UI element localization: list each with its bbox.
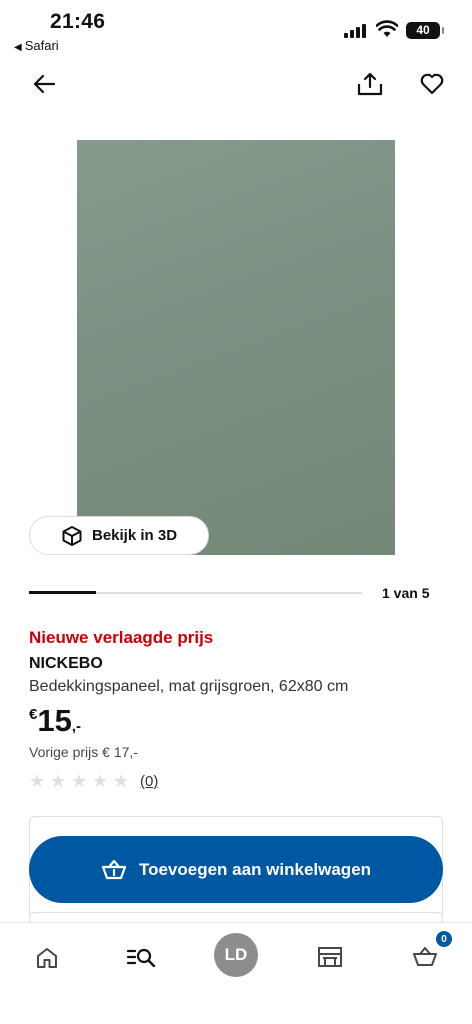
basket-icon: [101, 859, 127, 879]
review-count-link[interactable]: (0): [140, 773, 158, 790]
heart-icon: [420, 73, 444, 95]
product-price: €15,-: [29, 703, 81, 739]
wifi-icon: [376, 20, 398, 37]
product-name: NICKEBO: [29, 655, 103, 672]
view-in-3d-button[interactable]: Bekijk in 3D: [29, 516, 209, 555]
share-button[interactable]: [350, 64, 390, 104]
home-icon: [37, 947, 57, 968]
share-icon: [357, 72, 383, 96]
view-in-3d-label: Bekijk in 3D: [92, 527, 178, 544]
back-button[interactable]: [24, 64, 64, 104]
price-decimal: ,-: [71, 718, 81, 735]
previous-price: Vorige prijs € 17,-: [29, 744, 138, 760]
star-icon: ★: [71, 771, 88, 791]
star-icon: ★: [92, 771, 109, 791]
store-icon: [318, 947, 342, 967]
add-to-cart-label: Toevoegen aan winkelwagen: [138, 859, 372, 879]
search-menu-icon: [126, 948, 156, 967]
image-pager-text: 1 van 5: [382, 585, 430, 601]
top-navigation: [0, 64, 472, 104]
back-app-label: Safari: [24, 38, 59, 53]
status-time: 21:46: [50, 10, 106, 33]
price-integer: 15: [37, 703, 72, 738]
cellular-signal-icon: [344, 24, 368, 38]
product-image[interactable]: [77, 140, 395, 555]
add-to-cart-button[interactable]: Toevoegen aan winkelwagen: [29, 836, 443, 903]
basket-count-badge: 0: [434, 929, 454, 949]
tab-search[interactable]: [119, 935, 163, 979]
tab-profile-avatar[interactable]: LD: [214, 933, 258, 977]
status-bar: 21:46 ◀ Safari 40: [0, 0, 472, 58]
tab-home[interactable]: [25, 935, 69, 979]
product-description: Bedekkingspaneel, mat grijsgroen, 62x80 …: [29, 678, 349, 695]
favourite-button[interactable]: [412, 64, 452, 104]
image-pager-progress: [29, 591, 96, 594]
tab-stores[interactable]: [308, 935, 352, 979]
bottom-tab-bar: LD 0: [0, 922, 472, 1024]
price-badge: Nieuwe verlaagde prijs: [29, 628, 214, 647]
cube-3d-icon: [62, 526, 82, 546]
price-currency: €: [29, 706, 38, 723]
star-icon: ★: [29, 771, 46, 791]
image-pager-track[interactable]: [29, 591, 362, 594]
arrow-left-icon: [33, 74, 55, 94]
back-to-app-link[interactable]: ◀ Safari: [14, 38, 59, 53]
rating: ★ ★ ★ ★ ★ (0): [29, 771, 158, 791]
back-triangle-icon: ◀: [14, 42, 22, 53]
star-icon: ★: [113, 771, 130, 791]
star-icon: ★: [50, 771, 67, 791]
basket-icon: [413, 947, 437, 966]
battery-indicator: 40: [406, 22, 444, 39]
